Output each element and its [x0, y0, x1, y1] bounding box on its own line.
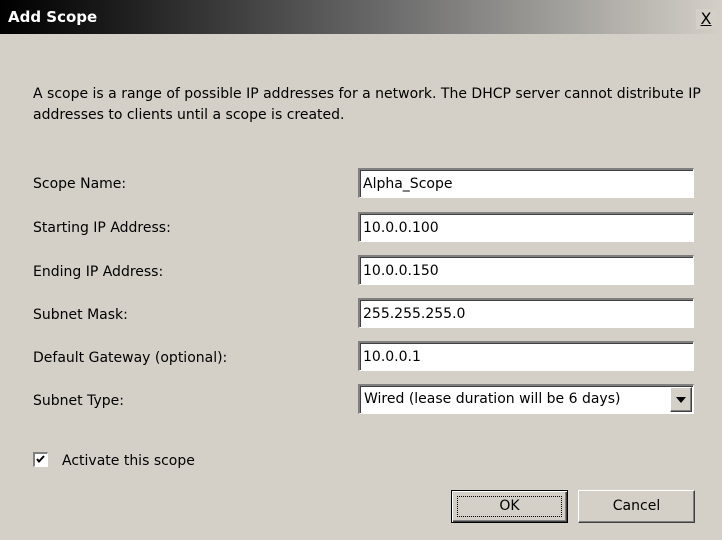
subnet-mask-label: Subnet Mask: — [33, 307, 128, 323]
title-bar[interactable]: Add Scope X — [0, 0, 722, 34]
activate-scope-label: Activate this scope — [62, 453, 195, 469]
window-title: Add Scope — [8, 8, 98, 26]
subnet-type-select[interactable]: Wired (lease duration will be 6 days) — [358, 384, 694, 414]
starting-ip-label: Starting IP Address: — [33, 220, 171, 236]
ending-ip-label: Ending IP Address: — [33, 264, 164, 280]
cancel-button[interactable]: Cancel — [578, 490, 695, 523]
activate-scope-checkbox[interactable] — [33, 452, 48, 467]
starting-ip-input[interactable] — [358, 212, 694, 242]
ending-ip-input[interactable] — [358, 255, 694, 285]
scope-name-label: Scope Name: — [33, 176, 127, 192]
cancel-button-label: Cancel — [612, 498, 661, 514]
add-scope-dialog: Add Scope X A scope is a range of possib… — [0, 0, 722, 540]
default-gateway-input[interactable] — [358, 341, 694, 371]
description-text: A scope is a range of possible IP addres… — [33, 86, 701, 123]
subnet-type-label: Subnet Type: — [33, 393, 124, 409]
subnet-mask-input[interactable] — [358, 298, 694, 328]
scope-name-input[interactable] — [358, 168, 694, 198]
dropdown-arrow-icon[interactable] — [670, 387, 692, 412]
subnet-type-value: Wired (lease duration will be 6 days) — [364, 391, 621, 407]
ok-button[interactable]: OK — [451, 490, 568, 523]
checkmark-icon — [36, 455, 45, 464]
default-gateway-label: Default Gateway (optional): — [33, 350, 228, 366]
close-button[interactable]: X — [696, 9, 716, 29]
ok-button-label: OK — [499, 498, 520, 514]
close-icon: X — [700, 9, 712, 28]
